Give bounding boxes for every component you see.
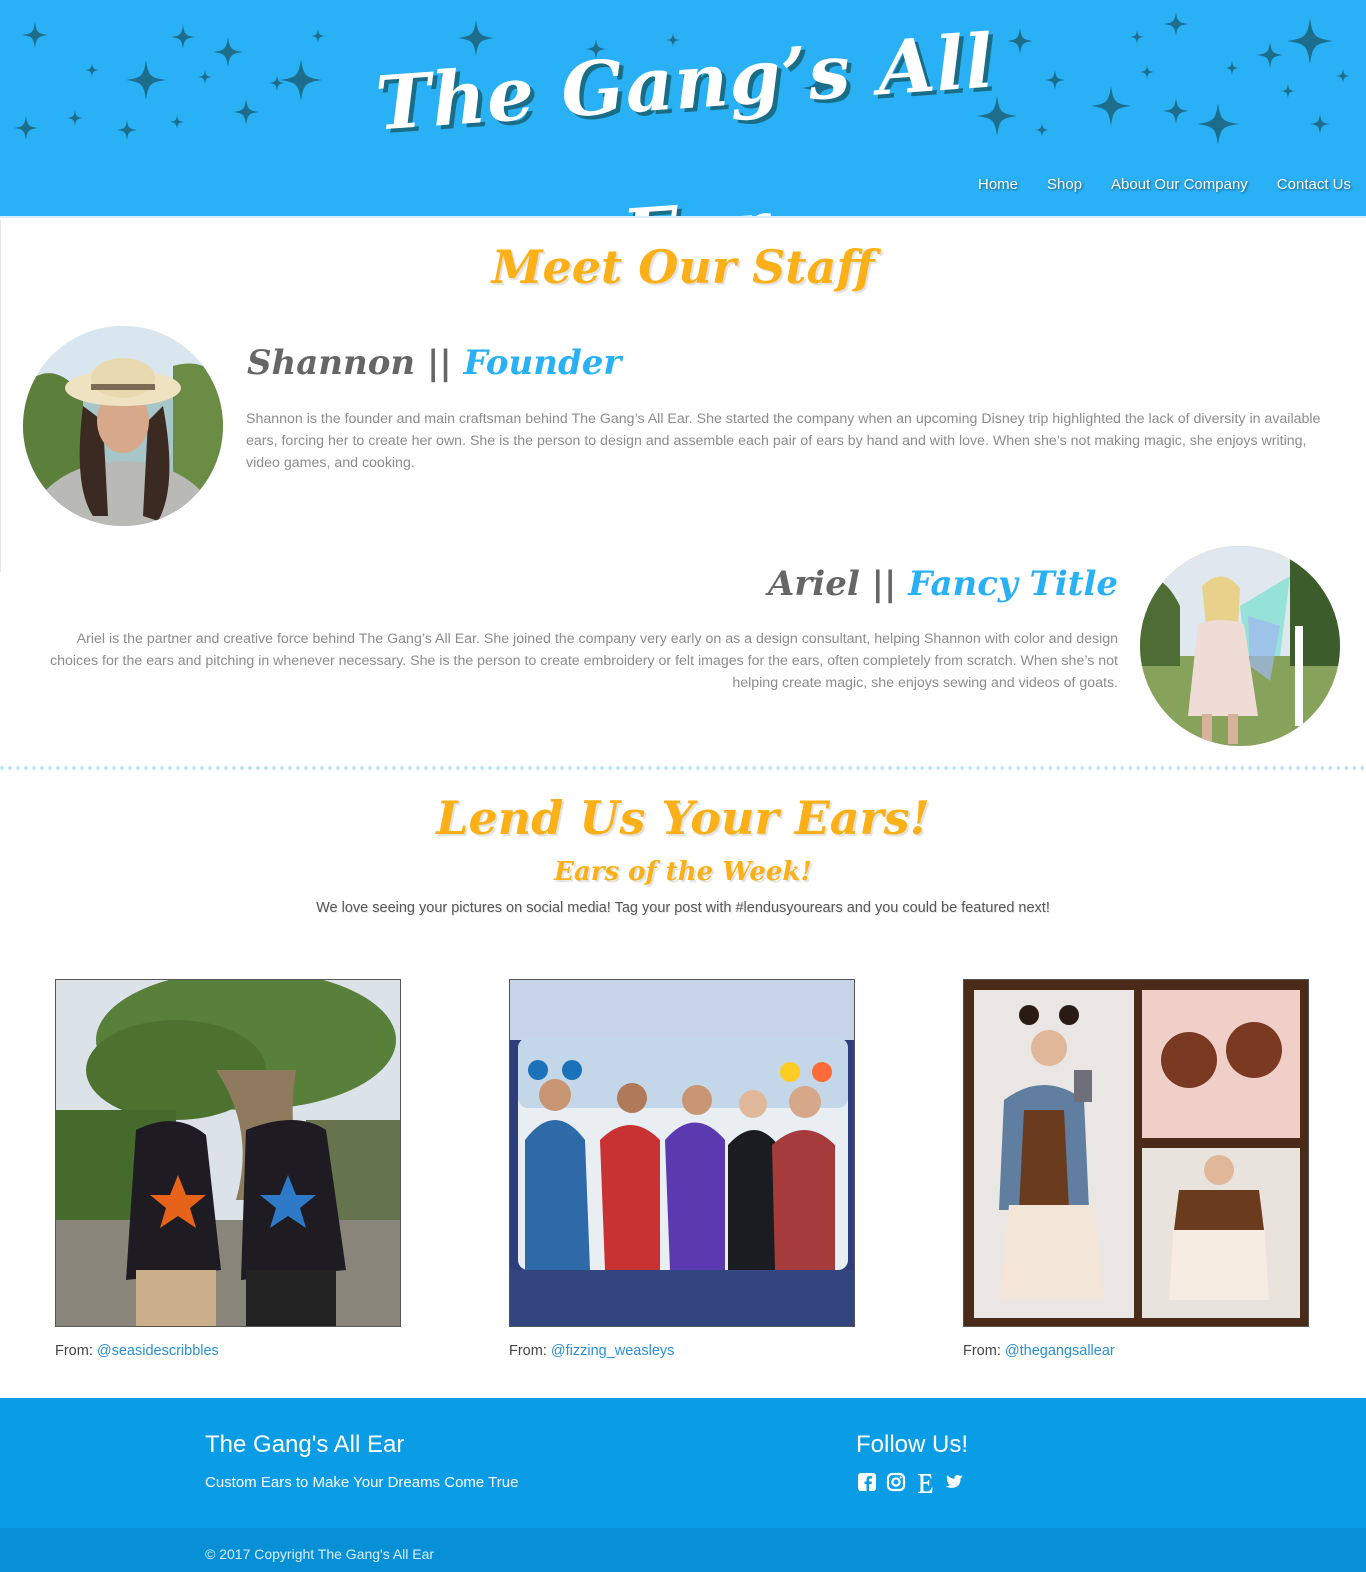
staff-role-text: Founder bbox=[463, 343, 622, 383]
nav-contact-us[interactable]: Contact Us bbox=[1277, 176, 1351, 193]
staff-name-ariel: Ariel || Fancy Title bbox=[768, 562, 1118, 606]
featured-photo-1[interactable] bbox=[55, 979, 401, 1327]
footer-title: The Gang's All Ear bbox=[205, 1431, 405, 1458]
site-footer bbox=[0, 1398, 1366, 1528]
etsy-icon[interactable] bbox=[915, 1472, 935, 1494]
nav-home[interactable]: Home bbox=[978, 176, 1018, 193]
footer-follow-title: Follow Us! bbox=[856, 1431, 969, 1458]
staff-name-shannon: Shannon || Founder bbox=[247, 341, 621, 385]
staff-bio-ariel: Ariel is the partner and creative force … bbox=[49, 631, 1118, 691]
footer-tagline: Custom Ears to Make Your Dreams Come Tru… bbox=[205, 1474, 519, 1491]
credit-handle-link[interactable]: @seasidescribbles bbox=[97, 1343, 219, 1359]
photo-credit-3: From: @thegangsallear bbox=[963, 1343, 1115, 1359]
credit-from-label: From: bbox=[509, 1343, 547, 1359]
credit-handle-link[interactable]: @thegangsallear bbox=[1005, 1343, 1115, 1359]
credit-handle-link[interactable]: @fizzing_weasleys bbox=[551, 1343, 675, 1359]
section-divider bbox=[0, 766, 1366, 770]
ears-section-text: We love seeing your pictures on social m… bbox=[316, 900, 1050, 916]
main-nav: Home Shop About Our Company Contact Us bbox=[978, 176, 1351, 193]
staff-name-separator: || bbox=[871, 564, 897, 604]
photo-credit-1: From: @seasidescribbles bbox=[55, 1343, 219, 1359]
nav-shop[interactable]: Shop bbox=[1047, 176, 1082, 193]
twitter-icon[interactable] bbox=[944, 1472, 964, 1494]
credit-from-label: From: bbox=[963, 1343, 1001, 1359]
credit-from-label: From: bbox=[55, 1343, 93, 1359]
featured-photo-3[interactable] bbox=[963, 979, 1309, 1327]
staff-name-text: Ariel bbox=[768, 564, 860, 604]
staff-name-text: Shannon bbox=[247, 343, 416, 383]
social-links bbox=[857, 1472, 964, 1494]
staff-avatar-ariel bbox=[1140, 546, 1340, 746]
site-header: The Gang’s All Ear Home Shop About Our C… bbox=[0, 0, 1366, 218]
ears-section-title: Lend Us Your Ears! bbox=[436, 791, 930, 845]
instagram-icon[interactable] bbox=[886, 1472, 906, 1494]
staff-name-separator: || bbox=[426, 343, 452, 383]
facebook-icon[interactable] bbox=[857, 1472, 877, 1494]
staff-section-title: Meet Our Staff bbox=[491, 240, 875, 294]
featured-photo-2[interactable] bbox=[509, 979, 855, 1327]
ears-section-subtitle: Ears of the Week! bbox=[554, 857, 812, 887]
copyright-text: © 2017 Copyright The Gang's All Ear bbox=[205, 1546, 435, 1562]
photo-credit-2: From: @fizzing_weasleys bbox=[509, 1343, 674, 1359]
nav-about-our-company[interactable]: About Our Company bbox=[1111, 176, 1248, 193]
staff-avatar-shannon bbox=[23, 326, 223, 526]
staff-bio-shannon: Shannon is the founder and main craftsma… bbox=[246, 411, 1321, 471]
staff-role-text: Fancy Title bbox=[908, 564, 1118, 604]
